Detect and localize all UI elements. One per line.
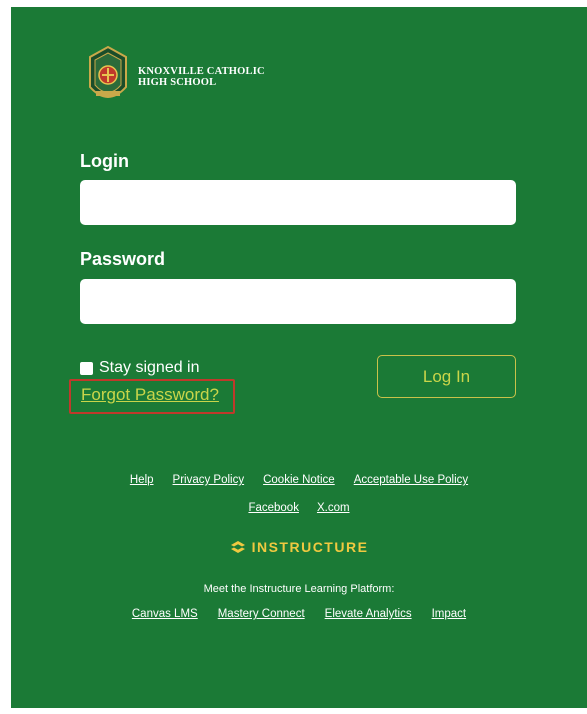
platform-link-canvas-lms[interactable]: Canvas LMS [132, 608, 198, 620]
footer-link-acceptable-use-policy[interactable]: Acceptable Use Policy [354, 474, 468, 486]
platform-link-mastery-connect[interactable]: Mastery Connect [218, 608, 305, 620]
platform-link-impact[interactable]: Impact [432, 608, 467, 620]
footer-link-privacy-policy[interactable]: Privacy Policy [173, 474, 245, 486]
footer-link-facebook[interactable]: Facebook [248, 502, 299, 514]
stay-signed-in-label: Stay signed in [99, 359, 200, 376]
platform-link-elevate-analytics[interactable]: Elevate Analytics [325, 608, 412, 620]
instructure-logo-icon [230, 541, 245, 553]
forgot-password-link[interactable]: Forgot Password? [81, 385, 219, 405]
instructure-brand[interactable]: INSTRUCTURE [11, 539, 587, 555]
school-name: KNOXVILLE CATHOLIC HIGH SCHOOL [138, 66, 265, 88]
login-label: Login [80, 151, 129, 171]
instructure-wordmark: INSTRUCTURE [251, 539, 369, 555]
password-label: Password [80, 249, 166, 269]
footer-link-help[interactable]: Help [130, 474, 154, 486]
login-panel: KNOXVILLE CATHOLIC HIGH SCHOOL Login Pas… [11, 7, 587, 708]
password-input[interactable] [80, 279, 516, 324]
social-links: Facebook X.com [11, 502, 587, 514]
school-logo: KNOXVILLE CATHOLIC HIGH SCHOOL [86, 45, 265, 109]
school-name-line1: KNOXVILLE CATHOLIC [138, 66, 265, 77]
platform-tagline: Meet the Instructure Learning Platform: [203, 583, 395, 595]
stay-signed-in[interactable]: Stay signed in [80, 359, 200, 377]
platform-links: Canvas LMS Mastery Connect Elevate Analy… [11, 608, 587, 620]
footer-link-cookie-notice[interactable]: Cookie Notice [263, 474, 335, 486]
footer-link-x[interactable]: X.com [317, 502, 350, 514]
stay-signed-in-checkbox[interactable] [80, 361, 93, 375]
school-name-line2: HIGH SCHOOL [138, 77, 217, 88]
footer-links: Help Privacy Policy Cookie Notice Accept… [11, 474, 587, 486]
login-button[interactable]: Log In [377, 355, 516, 398]
school-seal-icon [89, 45, 127, 98]
login-input[interactable] [80, 180, 516, 225]
